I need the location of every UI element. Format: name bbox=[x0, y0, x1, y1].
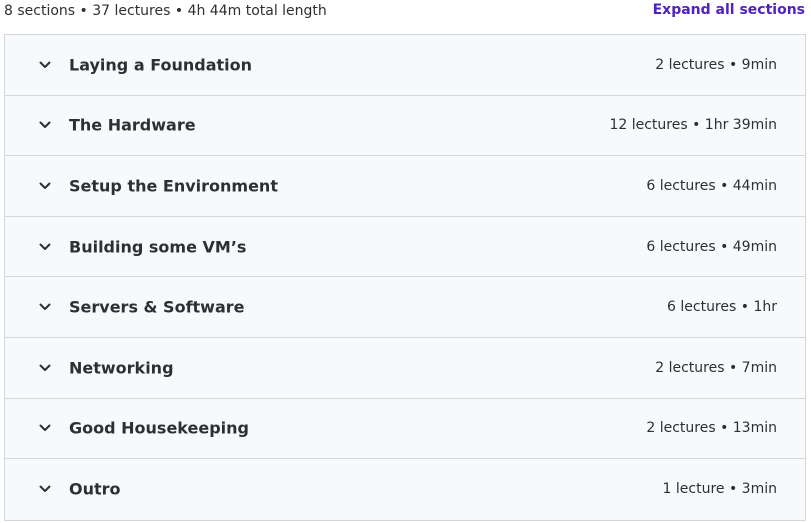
section-title: Networking bbox=[69, 358, 174, 378]
section-row[interactable]: Laying a Foundation 2 lectures • 9min bbox=[5, 35, 805, 96]
section-title: Servers & Software bbox=[69, 297, 245, 317]
section-meta: 6 lectures • 44min bbox=[646, 177, 777, 194]
section-title: Outro bbox=[69, 479, 121, 499]
section-meta: 1 lecture • 3min bbox=[662, 481, 777, 498]
section-title: Good Housekeeping bbox=[69, 418, 249, 438]
chevron-down-icon bbox=[38, 58, 52, 72]
chevron-down-icon bbox=[38, 361, 52, 375]
section-row[interactable]: Good Housekeeping 2 lectures • 13min bbox=[5, 398, 805, 460]
section-row[interactable]: Networking 2 lectures • 7min bbox=[5, 337, 805, 399]
section-title: Setup the Environment bbox=[69, 176, 278, 196]
curriculum-header: 8 sections • 37 lectures • 4h 44m total … bbox=[0, 0, 811, 26]
section-row[interactable]: The Hardware 12 lectures • 1hr 39min bbox=[5, 95, 805, 157]
section-title: The Hardware bbox=[69, 115, 196, 135]
chevron-down-icon bbox=[38, 482, 52, 496]
chevron-down-icon bbox=[38, 421, 52, 435]
section-meta: 6 lectures • 49min bbox=[646, 238, 777, 255]
chevron-down-icon bbox=[38, 118, 52, 132]
section-row[interactable]: Setup the Environment 6 lectures • 44min bbox=[5, 156, 805, 217]
chevron-down-icon bbox=[38, 240, 52, 254]
section-row[interactable]: Outro 1 lecture • 3min bbox=[5, 459, 805, 520]
course-summary: 8 sections • 37 lectures • 4h 44m total … bbox=[4, 3, 327, 19]
expand-all-sections-link[interactable]: Expand all sections bbox=[653, 2, 805, 18]
section-meta: 2 lectures • 7min bbox=[655, 359, 777, 376]
section-meta: 12 lectures • 1hr 39min bbox=[609, 117, 777, 134]
chevron-down-icon bbox=[38, 300, 52, 314]
section-title: Laying a Foundation bbox=[69, 55, 253, 75]
section-meta: 2 lectures • 9min bbox=[655, 56, 777, 73]
section-meta: 2 lectures • 13min bbox=[646, 420, 777, 437]
section-list: Laying a Foundation 2 lectures • 9min Th… bbox=[4, 34, 806, 521]
section-row[interactable]: Building some VM’s 6 lectures • 49min bbox=[5, 216, 805, 278]
section-meta: 6 lectures • 1hr bbox=[667, 299, 777, 316]
section-title: Building some VM’s bbox=[69, 237, 247, 257]
section-row[interactable]: Servers & Software 6 lectures • 1hr bbox=[5, 277, 805, 338]
chevron-down-icon bbox=[38, 179, 52, 193]
